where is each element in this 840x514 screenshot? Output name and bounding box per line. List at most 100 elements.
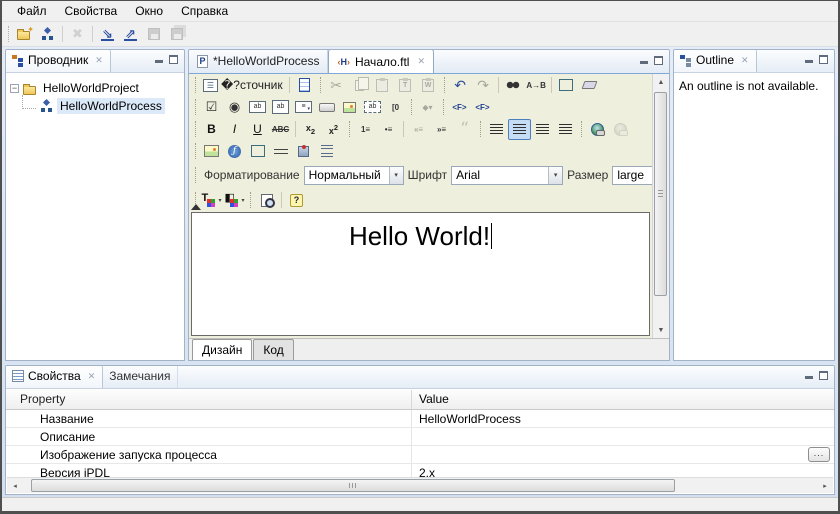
remove-format-button[interactable]	[578, 75, 601, 96]
minimize-explorer-icon[interactable]	[155, 53, 163, 67]
tab-helloworldprocess[interactable]: P *HelloWorldProcess	[189, 50, 329, 73]
background-color-button[interactable]: ◧ ▾	[223, 190, 246, 211]
align-left-button[interactable]	[485, 119, 508, 140]
image-button-button[interactable]	[338, 97, 361, 118]
menu-properties[interactable]: Свойства	[56, 2, 127, 20]
underline-button[interactable]: U	[246, 119, 269, 140]
new-project-button[interactable]: ✦	[13, 24, 36, 45]
tree-item-project[interactable]: − HelloWorldProject	[10, 79, 182, 97]
horizontal-scroll-thumb[interactable]	[31, 479, 676, 492]
insert-flash-button[interactable]: ƒ	[223, 141, 246, 162]
collapse-icon[interactable]: −	[10, 83, 19, 93]
property-value[interactable]: 2.x	[411, 464, 834, 477]
export-button[interactable]: ⇗	[119, 24, 142, 45]
close-tab-icon[interactable]: ✕	[417, 56, 425, 67]
tab-outline[interactable]: Outline ✕	[674, 50, 757, 72]
ftl-expression-button[interactable]: <F>	[471, 97, 494, 118]
checkbox-button[interactable]: ☑	[200, 97, 223, 118]
chevron-down-icon[interactable]: ▾	[548, 166, 563, 184]
close-explorer-icon[interactable]: ✕	[95, 55, 103, 66]
menu-file[interactable]: Файл	[8, 2, 56, 20]
tab-code[interactable]: Код	[253, 339, 294, 360]
tab-properties[interactable]: Свойства ✕	[6, 366, 104, 388]
property-value[interactable]	[411, 446, 834, 463]
document-text[interactable]: Hello World!	[192, 221, 649, 252]
vertical-scroll-thumb[interactable]	[654, 92, 667, 296]
bulleted-list-button[interactable]: •≡	[377, 119, 400, 140]
editor-canvas[interactable]: Hello World!	[191, 212, 650, 336]
page-break-button[interactable]	[315, 141, 338, 162]
subscript-button[interactable]: x2	[299, 119, 322, 140]
horizontal-rule-button[interactable]	[269, 141, 292, 162]
column-property[interactable]: Property	[6, 390, 411, 409]
align-right-button[interactable]	[531, 119, 554, 140]
minimize-properties-icon[interactable]	[805, 369, 813, 383]
import-button[interactable]: ⇘	[96, 24, 119, 45]
new-process-button[interactable]	[36, 24, 59, 45]
insert-table-button[interactable]	[246, 141, 269, 162]
increase-indent-button[interactable]: »≡	[430, 119, 453, 140]
minimize-outline-icon[interactable]	[805, 53, 813, 67]
close-outline-icon[interactable]: ✕	[741, 55, 749, 66]
format-select[interactable]: Нормальный ▾	[303, 165, 404, 185]
tab-remarks[interactable]: Замечания	[103, 366, 179, 388]
ftl-tag-icon: <F>	[452, 102, 467, 112]
ftl-tag-button[interactable]: <F>	[448, 97, 471, 118]
preview-button[interactable]	[255, 190, 278, 211]
toolbar-drag-handle[interactable]	[8, 26, 9, 42]
justify-button[interactable]	[554, 119, 577, 140]
new-page-button[interactable]	[293, 75, 316, 96]
tab-design[interactable]: Дизайн	[192, 339, 253, 360]
radio-button[interactable]: ◉	[223, 97, 246, 118]
numbered-list-button[interactable]: 1≡	[354, 119, 377, 140]
scroll-left-icon[interactable]: ◂	[7, 478, 23, 493]
chevron-down-icon[interactable]: ▾	[388, 166, 403, 184]
scroll-down-icon[interactable]: ▼	[653, 322, 669, 338]
find-button[interactable]	[502, 75, 525, 96]
close-properties-icon[interactable]: ✕	[88, 371, 96, 382]
hidden-field-button[interactable]: ab	[361, 97, 384, 118]
tree-item-process[interactable]: HelloWorldProcess	[10, 95, 182, 115]
maximize-editor-icon[interactable]	[654, 54, 663, 68]
menu-window[interactable]: Окно	[126, 2, 172, 20]
browse-button[interactable]: ...	[808, 447, 830, 462]
textarea-button[interactable]: ab	[269, 97, 292, 118]
scroll-right-icon[interactable]: ▸	[817, 478, 833, 493]
select-field-button[interactable]: ≡	[292, 97, 315, 118]
insert-link-button[interactable]	[586, 119, 609, 140]
tab-explorer[interactable]: Проводник ✕	[6, 50, 111, 72]
table-row[interactable]: Название HelloWorldProcess	[6, 410, 834, 428]
table-row[interactable]: Версия jPDL 2.x	[6, 464, 834, 477]
collapse-toolbar-icon[interactable]	[191, 204, 201, 210]
font-select[interactable]: Arial ▾	[451, 165, 564, 185]
menu-help[interactable]: Справка	[172, 2, 237, 20]
scroll-up-icon[interactable]: ▲	[653, 74, 669, 90]
undo-button[interactable]: ↶	[449, 75, 472, 96]
about-button[interactable]: ?	[285, 190, 308, 211]
maximize-explorer-icon[interactable]	[169, 53, 178, 67]
text-color-button[interactable]: T ▾	[200, 190, 223, 211]
property-value[interactable]: HelloWorldProcess	[411, 410, 834, 427]
text-field-button[interactable]: ab	[246, 97, 269, 118]
align-center-button[interactable]	[508, 118, 531, 140]
maximize-properties-icon[interactable]	[819, 369, 828, 383]
superscript-button[interactable]: x2	[322, 119, 345, 140]
table-row[interactable]: Изображение запуска процесса ...	[6, 446, 834, 464]
special-character-button[interactable]	[292, 141, 315, 162]
insert-image-button[interactable]	[200, 141, 223, 162]
italic-button[interactable]: I	[223, 119, 246, 140]
maximize-outline-icon[interactable]	[819, 53, 828, 67]
column-value[interactable]: Value	[411, 390, 834, 409]
tab-nachalo-ftl[interactable]: ‹H› Начало.ftl ✕	[328, 50, 435, 73]
button-field-button[interactable]	[315, 97, 338, 118]
table-row[interactable]: Описание	[6, 428, 834, 446]
size-select[interactable]: large	[612, 165, 652, 185]
select-all-button[interactable]	[555, 75, 578, 96]
minimize-editor-icon[interactable]	[640, 54, 648, 68]
attachment-button[interactable]: [0	[384, 97, 407, 118]
property-value[interactable]	[411, 428, 834, 445]
replace-button[interactable]: A→B	[525, 75, 548, 96]
source-button[interactable]: ☰ �?сточник	[200, 75, 286, 96]
bold-button[interactable]: B	[200, 119, 223, 140]
strikethrough-button[interactable]: ABC	[269, 119, 292, 140]
